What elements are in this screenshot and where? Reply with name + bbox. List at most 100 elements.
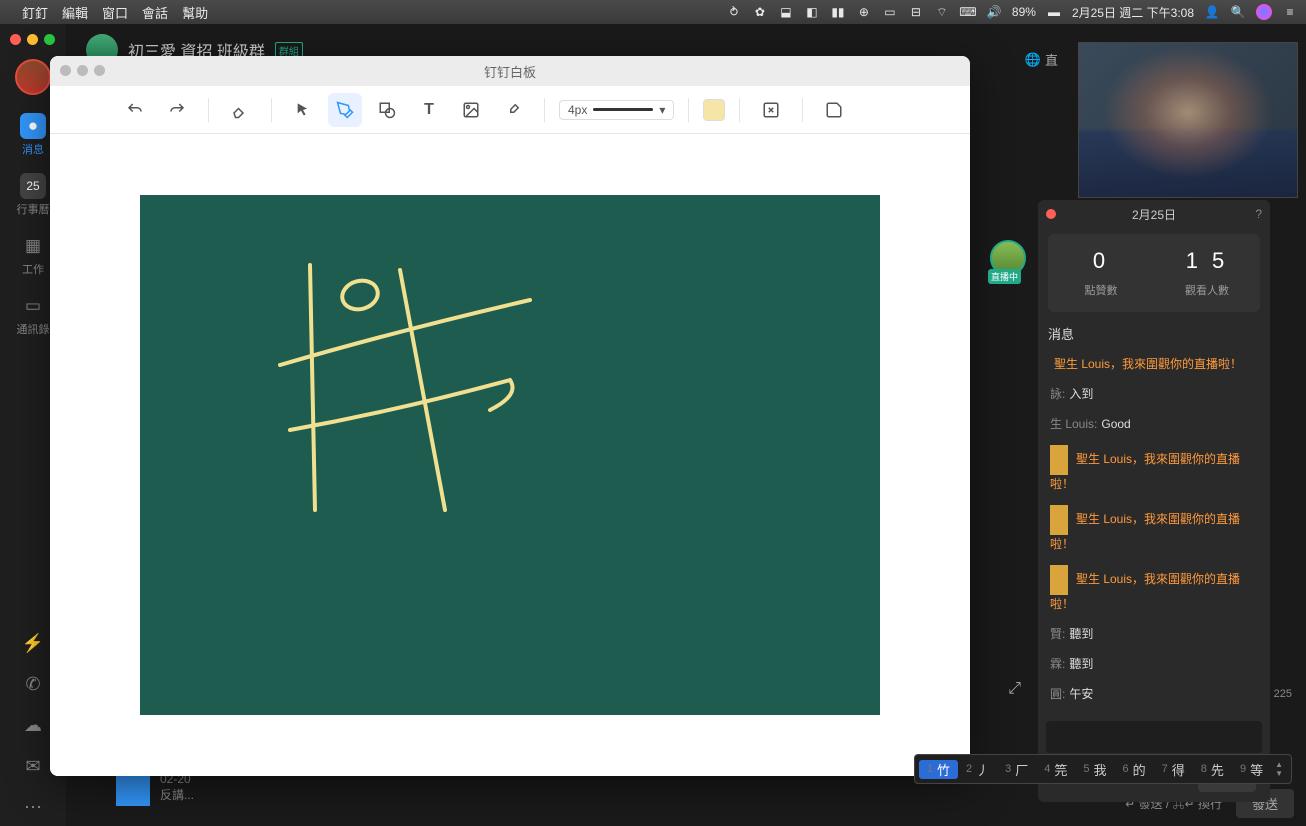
ime-candidate[interactable]: 4笎 — [1036, 760, 1075, 779]
webcam-video[interactable] — [1078, 42, 1298, 198]
live-chat-input[interactable] — [1046, 721, 1262, 753]
chat-message: 霖:聽到 — [1046, 649, 1262, 679]
maximize-icon[interactable] — [44, 34, 55, 45]
notification-center-icon[interactable]: ≡ — [1282, 4, 1298, 20]
close-icon[interactable] — [1046, 209, 1056, 219]
menu-help[interactable]: 幫助 — [182, 3, 208, 22]
menu-edit[interactable]: 編輯 — [62, 3, 88, 22]
user-avatar[interactable] — [15, 59, 51, 95]
ime-candidate[interactable]: 9等 — [1232, 760, 1271, 779]
likes-count: 0 — [1048, 248, 1154, 274]
edit-button[interactable] — [754, 93, 788, 127]
cloud-icon[interactable]: ☁ — [16, 707, 50, 744]
ime-candidate[interactable]: 2丿 — [958, 760, 997, 779]
battery-percent: 89% — [1012, 5, 1036, 19]
ime-candidate[interactable]: 5我 — [1075, 760, 1114, 779]
live-panel-header[interactable]: 2月25日 ? — [1038, 200, 1270, 228]
chat-message: 詠:入到 — [1046, 379, 1262, 409]
chat-message: 圓:午安 — [1046, 679, 1262, 709]
close-icon[interactable] — [10, 34, 21, 45]
status-icon[interactable]: ⊕ — [856, 4, 872, 20]
status-icon[interactable]: ▮▮ — [830, 4, 846, 20]
ime-candidate[interactable]: 7得 — [1154, 760, 1193, 779]
calendar-icon: 25 — [20, 173, 46, 199]
ime-candidate-bar[interactable]: 1竹2丿3厂4笎5我6的7得8先9等▲▼ — [914, 754, 1292, 784]
drawing-board[interactable] — [140, 195, 880, 715]
chat-message: 聖生 Louis，我來圍觀你的直播啦！ — [1046, 439, 1262, 499]
ime-candidate[interactable]: 6的 — [1115, 760, 1154, 779]
grid-icon: ▦ — [20, 233, 46, 259]
whiteboard-titlebar[interactable]: 钉钉白板 — [50, 56, 970, 86]
chat-message: 聖生 Louis，我來圍觀你的直播啦！ — [1046, 499, 1262, 559]
shape-button[interactable] — [370, 93, 404, 127]
status-icon[interactable]: ⥁ — [726, 4, 742, 20]
text-button[interactable]: T — [412, 93, 446, 127]
user-icon[interactable]: 👤 — [1204, 4, 1220, 20]
viewers-stat: 1 5 觀看人數 — [1154, 248, 1260, 298]
messages-title: 消息 — [1038, 318, 1270, 345]
chat-message: 聖生 Louis，我來圍觀你的直播啦！ — [1046, 349, 1262, 379]
chevron-down-icon: ▾ — [659, 103, 665, 117]
airplay-icon[interactable]: ▭ — [882, 4, 898, 20]
menu-window[interactable]: 窗口 — [102, 3, 128, 22]
globe-icon: 🌐 — [1025, 52, 1041, 68]
chat-icon: ● — [20, 113, 46, 139]
bluetooth-icon[interactable]: ⊟ — [908, 4, 924, 20]
stroke-width-select[interactable]: 4px ▾ — [559, 100, 674, 120]
whiteboard-title: 钉钉白板 — [484, 62, 536, 81]
menu-conversation[interactable]: 會話 — [142, 3, 168, 22]
volume-icon[interactable]: 🔊 — [986, 4, 1002, 20]
wifi-icon[interactable]: ⌔ — [934, 4, 950, 20]
redo-button[interactable] — [160, 93, 194, 127]
undo-button[interactable] — [118, 93, 152, 127]
macos-menubar: 釘釘 編輯 窗口 會話 幫助 ⥁ ✿ ⬓ ◧ ▮▮ ⊕ ▭ ⊟ ⌔ ⌨ 🔊 89… — [0, 0, 1306, 24]
image-button[interactable] — [454, 93, 488, 127]
mail-icon[interactable]: ✉ — [17, 748, 48, 785]
status-icon[interactable]: ✿ — [752, 4, 768, 20]
status-icon[interactable]: ◧ — [804, 4, 820, 20]
live-chat-messages[interactable]: 聖生 Louis，我來圍觀你的直播啦！詠:入到生 Louis:Good聖生 Lo… — [1038, 345, 1270, 717]
spotlight-icon[interactable]: 🔍 — [1230, 4, 1246, 20]
likes-label: 點贊數 — [1048, 282, 1154, 298]
pen-button[interactable] — [328, 93, 362, 127]
host-avatar[interactable]: 直播中 — [990, 240, 1026, 276]
more-icon[interactable]: ⋯ — [16, 789, 50, 826]
drawing-strokes — [140, 195, 880, 715]
chat-message: 賢:No — [1046, 709, 1262, 717]
ime-page-arrows[interactable]: ▲▼ — [1271, 760, 1287, 778]
ime-candidate[interactable]: 1竹 — [919, 760, 958, 779]
minimize-icon[interactable] — [27, 34, 38, 45]
chat-message: 生 Louis:Good — [1046, 409, 1262, 439]
phone-icon[interactable]: ✆ — [17, 666, 48, 703]
live-stream-panel: 2月25日 ? 0 點贊數 1 5 觀看人數 消息 聖生 Louis，我來圍觀你… — [1038, 200, 1270, 802]
contacts-icon: ▭ — [20, 293, 46, 319]
whiteboard-canvas[interactable] — [50, 134, 970, 776]
ime-candidate[interactable]: 8先 — [1193, 760, 1232, 779]
sidebar-label: 消息 — [22, 141, 44, 157]
siri-icon[interactable] — [1256, 4, 1272, 20]
browser-tab-indicator[interactable]: 🌐 直 — [1025, 50, 1058, 69]
highlighter-button[interactable] — [496, 93, 530, 127]
color-picker[interactable] — [703, 99, 725, 121]
sidebar-label: 行事曆 — [17, 201, 50, 217]
ime-candidate[interactable]: 3厂 — [997, 760, 1036, 779]
help-icon[interactable]: ? — [1255, 207, 1262, 221]
datetime[interactable]: 2月25日 週二 下午3:08 — [1072, 4, 1194, 21]
sidebar-label: 工作 — [22, 261, 44, 277]
lightning-icon[interactable]: ⚡ — [14, 625, 52, 662]
save-button[interactable] — [817, 93, 851, 127]
expand-icon[interactable]: ⤢ — [1008, 680, 1021, 698]
dropbox-icon[interactable]: ⬓ — [778, 4, 794, 20]
chat-message: 聖生 Louis，我來圍觀你的直播啦！ — [1046, 559, 1262, 619]
whiteboard-toolbar: T 4px ▾ — [50, 86, 970, 134]
host-tag: 直播中 — [988, 269, 1021, 284]
stroke-label: 4px — [568, 103, 587, 117]
window-controls[interactable] — [10, 34, 55, 45]
chat-message: 賢:聽到 — [1046, 619, 1262, 649]
select-button[interactable] — [286, 93, 320, 127]
keyboard-icon[interactable]: ⌨ — [960, 4, 976, 20]
sidebar-label: 通訊錄 — [17, 321, 50, 337]
app-name[interactable]: 釘釘 — [22, 3, 48, 22]
battery-icon: ▬ — [1046, 4, 1062, 20]
eraser-button[interactable] — [223, 93, 257, 127]
